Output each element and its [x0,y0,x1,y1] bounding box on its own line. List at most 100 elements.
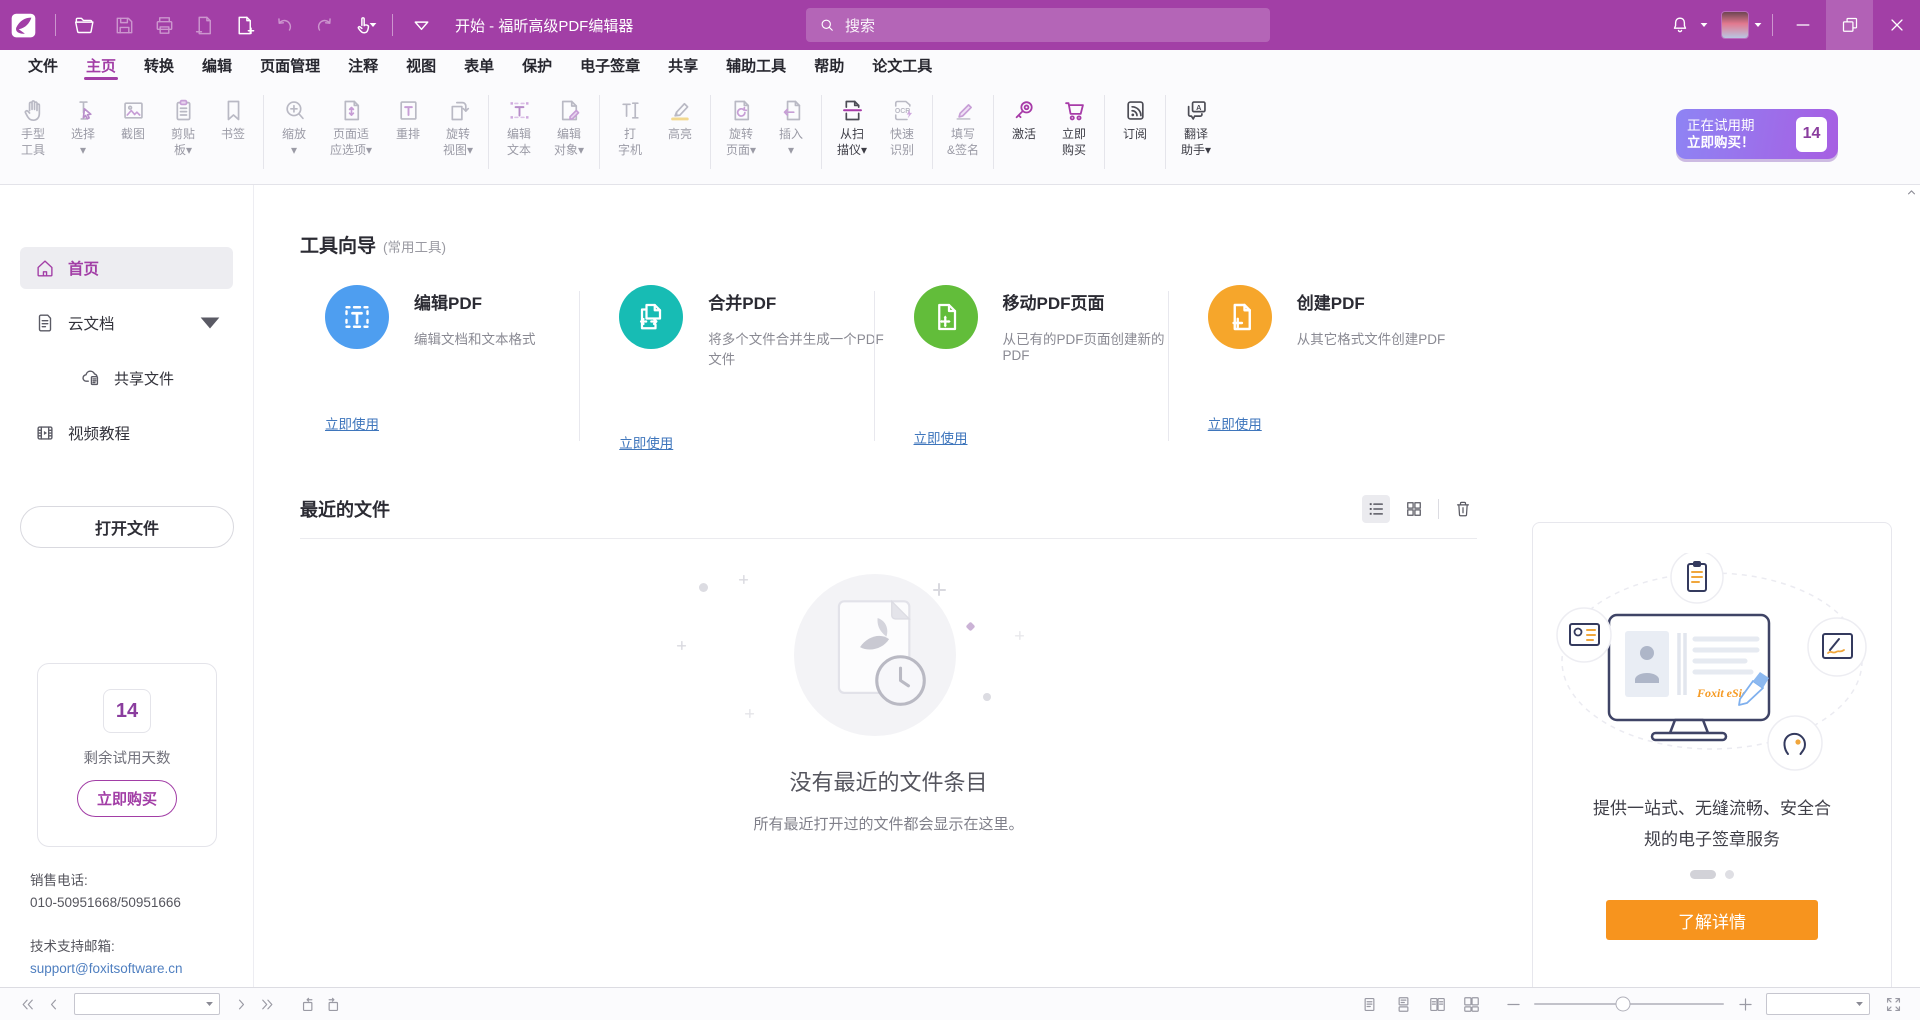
clear-recent-button[interactable] [1449,495,1477,523]
ribbon-item-from-scanner[interactable]: 从扫描仪▾ [827,93,877,158]
zoom-combo-caret-icon[interactable] [1855,1001,1864,1007]
sidebar-item-shared-files[interactable]: 共享文件 [20,357,233,399]
chevron-expand-icon[interactable] [199,312,221,334]
ribbon-item-fill-sign[interactable]: 填写&签名 [938,93,988,158]
ribbon-item-snapshot[interactable]: 截图 [108,93,158,158]
use-now-link[interactable]: 立即使用 [914,427,968,447]
zoom-slider-handle[interactable] [1616,997,1631,1012]
prev-page-button[interactable] [40,992,66,1016]
zoom-in-button[interactable] [1732,992,1758,1016]
print-button[interactable] [144,5,184,45]
ribbon-item-edit-object[interactable]: 编辑对象▾ [544,93,594,158]
trial-badge-button[interactable]: 正在试用期 立即购买！ 14 [1676,109,1838,159]
ribbon-item-insert-pages[interactable]: 插入▾ [766,93,816,158]
sidebar-item-home[interactable]: 首页 [20,247,233,289]
contact-info: 销售电话: 010-50951668/50951666 技术支持邮箱: supp… [30,870,183,980]
ribbon-item-edit-text[interactable]: 编辑文本 [494,93,544,158]
recent-empty-state: 没有最近的文件条目 所有最近打开过的文件都会显示在这里。 [300,567,1477,834]
menu-item-2[interactable]: 转换 [130,53,188,76]
rotate-left-button[interactable] [294,992,320,1016]
page-number-input[interactable] [74,993,220,1015]
next-page-button[interactable] [228,992,254,1016]
ribbon-separator [599,95,600,169]
ribbon-item-page-fit[interactable]: 页面适应选项▾ [319,93,383,158]
notifications-caret-icon[interactable] [1700,22,1708,28]
menu-item-5[interactable]: 注释 [334,53,392,76]
rotate-right-button[interactable] [320,992,346,1016]
ribbon-item-hand-tool[interactable]: 手型工具 [8,93,58,158]
carousel-dot-active[interactable] [1690,870,1716,879]
use-now-link[interactable]: 立即使用 [619,432,673,452]
ribbon-item-activate[interactable]: 激活 [999,93,1049,158]
facing-view-button[interactable] [1424,992,1450,1016]
zoom-slider[interactable] [1534,1003,1724,1005]
menu-item-9[interactable]: 电子签章 [566,53,654,76]
ocr-icon: OCR [889,94,916,126]
carousel-dot[interactable] [1725,870,1734,879]
titlebar-divider [392,14,393,36]
buy-now-button[interactable]: 立即购买 [77,780,177,817]
use-now-link[interactable]: 立即使用 [1208,413,1262,433]
menu-item-0[interactable]: 文件 [14,53,72,76]
list-view-button[interactable] [1362,495,1390,523]
single-page-view-button[interactable] [1356,992,1382,1016]
save-button[interactable] [104,5,144,45]
redo-button[interactable] [304,5,344,45]
avatar[interactable] [1722,12,1748,38]
facing-continuous-view-button[interactable] [1458,992,1484,1016]
empty-doc-icon [809,589,941,726]
menu-item-1[interactable]: 主页 [72,53,130,76]
learn-more-button[interactable]: 了解详情 [1606,900,1818,940]
menu-item-12[interactable]: 帮助 [800,53,858,76]
ribbon-item-select[interactable]: 选择▾ [58,93,108,158]
ribbon-item-zoom[interactable]: 缩放▾ [269,93,319,158]
sidebar-item-video-tutorials[interactable]: 视频教程 [20,412,233,454]
ribbon-item-rotate-pages[interactable]: 旋转页面▾ [716,93,766,158]
export-doc-button[interactable] [184,5,224,45]
close-button[interactable] [1873,0,1920,50]
restore-button[interactable] [1826,0,1873,50]
notifications-button[interactable] [1660,5,1700,45]
open-file-button[interactable]: 打开文件 [20,506,234,548]
search-box[interactable]: 搜索 [806,8,1270,42]
ribbon-item-bookmark[interactable]: 书签 [208,93,258,158]
menu-item-3[interactable]: 编辑 [188,53,246,76]
ribbon-item-subscribe[interactable]: 订阅 [1110,93,1160,142]
ribbon-item-highlight[interactable]: 高亮 [655,93,705,158]
open-folder-button[interactable] [64,5,104,45]
use-now-link[interactable]: 立即使用 [325,413,379,433]
sidebar-item-cloud-docs[interactable]: 云文档 [20,302,233,344]
customize-toolbar-button[interactable] [401,5,441,45]
zoom-out-button[interactable] [1500,992,1526,1016]
ribbon-item-translate-assistant[interactable]: A翻译助手▾ [1171,93,1221,158]
account-caret-icon[interactable] [1754,22,1762,28]
minimize-button[interactable] [1779,0,1826,50]
last-page-button[interactable] [254,992,280,1016]
menu-item-10[interactable]: 共享 [654,53,712,76]
undo-button[interactable] [264,5,304,45]
grid-view-button[interactable] [1400,495,1428,523]
hand-pointer-button[interactable] [344,5,384,45]
menu-item-13[interactable]: 论文工具 [858,53,946,76]
zoom-level-input[interactable] [1766,993,1870,1015]
first-page-button[interactable] [14,992,40,1016]
page-combo-caret-icon[interactable] [205,1001,214,1007]
continuous-view-button[interactable] [1390,992,1416,1016]
menu-item-11[interactable]: 辅助工具 [712,53,800,76]
menu-item-8[interactable]: 保护 [508,53,566,76]
menu-item-4[interactable]: 页面管理 [246,53,334,76]
menu-item-7[interactable]: 表单 [450,53,508,76]
new-doc-button[interactable] [224,5,264,45]
ribbon-item-typewriter[interactable]: 打字机 [605,93,655,158]
menu-item-6[interactable]: 视图 [392,53,450,76]
support-email-link[interactable]: support@foxitsoftware.cn [30,958,183,980]
ribbon-item-clipboard[interactable]: 剪贴板▾ [158,93,208,158]
fullscreen-button[interactable] [1880,992,1906,1016]
ribbon-label-line2: 助手▾ [1181,142,1211,158]
ribbon-item-rotate-view[interactable]: 旋转视图▾ [433,93,483,158]
ribbon-label-line2: 页面▾ [726,142,756,158]
ribbon-item-reflow[interactable]: 重排 [383,93,433,158]
ribbon-item-buy-now[interactable]: 立即购买 [1049,93,1099,158]
scrollbar-up-arrow[interactable] [1905,186,1918,199]
ribbon-item-quick-ocr[interactable]: OCR快速识别 [877,93,927,158]
